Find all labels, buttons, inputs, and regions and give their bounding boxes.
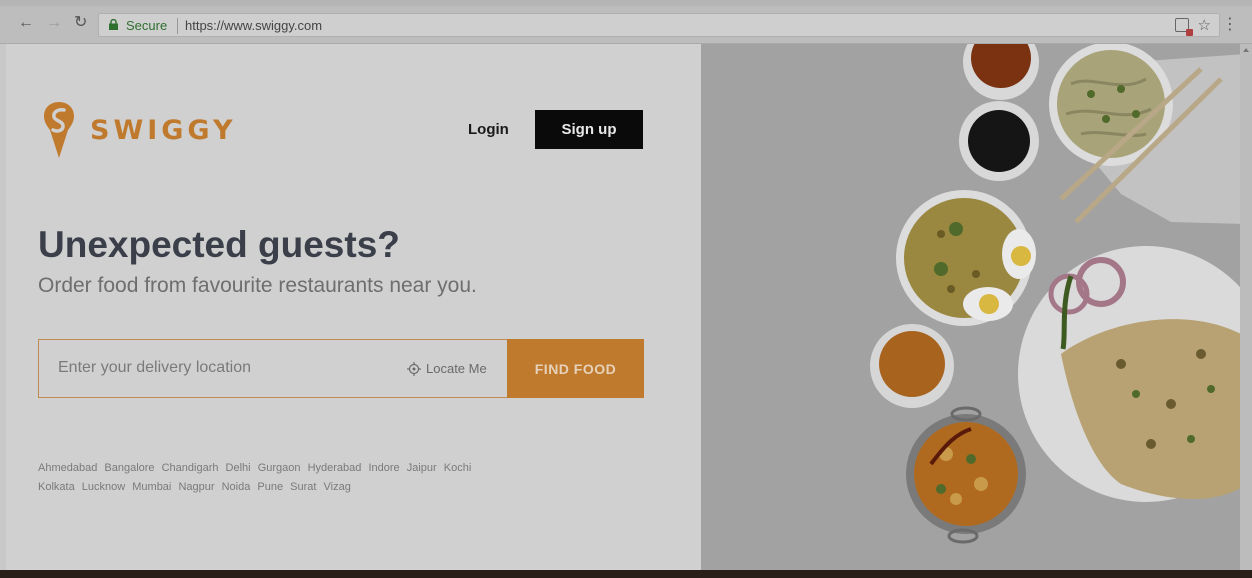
city-link[interactable]: Delhi (226, 462, 251, 474)
city-link[interactable]: Kolkata (38, 481, 75, 493)
city-link[interactable]: Bangalore (104, 462, 154, 474)
city-link[interactable]: Lucknow (82, 481, 125, 493)
browser-toolbar: ← → ↻ Secure https://www.swiggy.com ☆ ⋮ (0, 0, 1252, 44)
city-link[interactable]: Jaipur (407, 462, 437, 474)
signup-button[interactable]: Sign up (535, 110, 643, 149)
page-content: SWIGGY Login Sign up Unexpected guests? … (6, 44, 1246, 570)
city-link[interactable]: Kochi (444, 462, 472, 474)
footer-strip (0, 570, 1252, 578)
city-link[interactable]: Ahmedabad (38, 462, 97, 474)
city-link[interactable]: Surat (290, 481, 316, 493)
crosshair-icon (407, 361, 421, 376)
city-link[interactable]: Mumbai (132, 481, 171, 493)
login-link[interactable]: Login (468, 121, 509, 138)
scroll-up-icon[interactable] (1243, 48, 1249, 52)
city-link[interactable]: Chandigarh (162, 462, 219, 474)
food-photo (870, 44, 1246, 544)
food-image-panel (701, 44, 1246, 570)
city-link[interactable]: Nagpur (178, 481, 214, 493)
page-title: Unexpected guests? (38, 224, 400, 265)
hero-left-panel: SWIGGY Login Sign up Unexpected guests? … (6, 44, 701, 570)
back-arrow-icon[interactable]: ← (18, 15, 34, 31)
swiggy-logo[interactable]: SWIGGY (44, 102, 237, 158)
popular-cities-list: Ahmedabad Bangalore Chandigarh Delhi Gur… (38, 459, 508, 497)
reload-icon[interactable]: ↻ (74, 15, 87, 31)
city-link[interactable]: Hyderabad (308, 462, 362, 474)
divider (177, 18, 178, 34)
city-link[interactable]: Vizag (324, 481, 351, 493)
lock-icon (109, 19, 118, 30)
forward-arrow-icon[interactable]: → (46, 15, 62, 31)
url-text[interactable]: https://www.swiggy.com (185, 18, 322, 33)
address-bar[interactable]: Secure https://www.swiggy.com ☆ (98, 13, 1220, 37)
locate-me-button[interactable]: Locate Me (407, 361, 487, 376)
extension-icon[interactable] (1175, 18, 1193, 36)
location-search-box: Enter your delivery location Locate Me F… (38, 339, 644, 398)
logo-text: SWIGGY (90, 114, 237, 146)
bookmark-star-icon[interactable]: ☆ (1198, 16, 1211, 34)
city-link[interactable]: Indore (368, 462, 399, 474)
tab-strip (0, 0, 1252, 6)
scrollbar[interactable] (1240, 44, 1252, 570)
city-link[interactable]: Noida (222, 481, 251, 493)
browser-menu-icon[interactable]: ⋮ (1222, 14, 1238, 34)
city-link[interactable]: Pune (257, 481, 283, 493)
city-link[interactable]: Gurgaon (258, 462, 301, 474)
find-food-button[interactable]: FIND FOOD (507, 339, 644, 398)
secure-label: Secure (126, 18, 168, 33)
page-subtitle: Order food from favourite restaurants ne… (38, 274, 477, 297)
swiggy-logo-icon (44, 102, 74, 158)
location-input[interactable]: Enter your delivery location (58, 359, 251, 377)
locate-me-label: Locate Me (426, 361, 487, 376)
